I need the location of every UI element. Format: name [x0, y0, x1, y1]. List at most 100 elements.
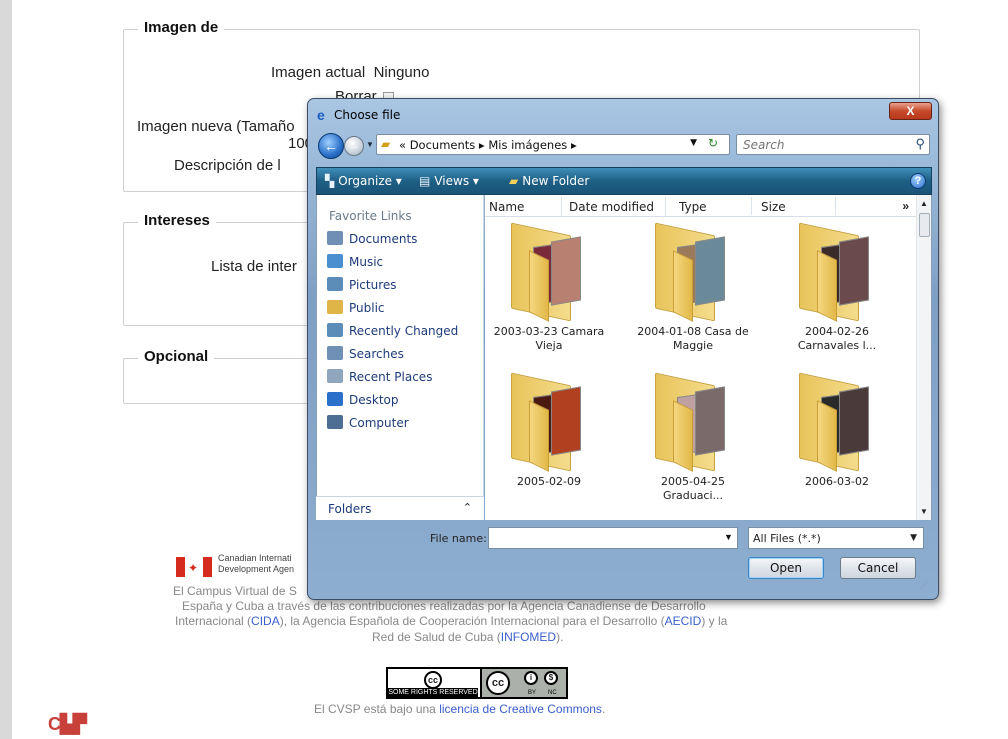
favorite-link-label: Recent Places: [349, 370, 433, 384]
favorite-link-public[interactable]: Public: [327, 300, 385, 315]
search-input[interactable]: [743, 138, 903, 152]
folder-item[interactable]: 2004-01-08 Casa de Maggie: [633, 222, 753, 375]
dialog-title-bar[interactable]: e Choose file X: [308, 99, 938, 127]
interests-list-label: Lista de inter: [211, 258, 297, 275]
folder-label: 2005-04-25 Graduaci...: [661, 475, 725, 502]
browser-e-icon: e: [317, 107, 325, 123]
help-icon[interactable]: ?: [910, 173, 926, 189]
dialog-bottom-area: File name: ▼ All Files (*.*) ▼ Open Canc…: [316, 520, 932, 594]
favorite-link-label: Pictures: [349, 278, 397, 292]
image-description-label: Descripción de l: [174, 157, 281, 174]
more-columns-icon[interactable]: »: [902, 199, 909, 213]
favorite-link-recently-changed[interactable]: Recently Changed: [327, 323, 458, 338]
column-size[interactable]: Size: [761, 200, 786, 214]
computer-icon: [327, 415, 343, 429]
favorite-link-documents[interactable]: Documents: [327, 231, 417, 246]
cvsp-logo-icon: C▙▛: [48, 714, 87, 734]
address-bar[interactable]: ▰ « Documents ▸ Mis imágenes ▸ ▼ ↻: [376, 134, 730, 155]
folders-label: Folders: [328, 502, 372, 516]
search-icon[interactable]: ⚲: [915, 136, 925, 152]
vertical-scrollbar[interactable]: ▲ ▼: [916, 195, 931, 520]
open-button[interactable]: Open: [748, 557, 824, 579]
scroll-down-icon[interactable]: ▼: [920, 507, 928, 516]
folder-label: 2004-01-08 Casa de Maggie: [637, 325, 749, 352]
scrollbar-thumb[interactable]: [919, 213, 930, 237]
favorite-link-computer[interactable]: Computer: [327, 415, 409, 430]
column-headers: Name Date modified Type Size »: [485, 195, 917, 217]
folder-label: 2006-03-02: [805, 475, 869, 488]
organize-icon: ▚: [325, 174, 335, 188]
page-left-border: [0, 0, 12, 739]
favorite-link-recent-places[interactable]: Recent Places: [327, 369, 432, 384]
music-icon: [327, 254, 343, 268]
chevron-up-icon: ⌃: [462, 502, 472, 514]
folder-label: 2004-02-26 Carnavales l...: [797, 325, 877, 352]
favorite-link-label: Recently Changed: [349, 324, 459, 338]
public-icon: [327, 300, 343, 314]
license-link[interactable]: licencia de Creative Commons: [439, 702, 602, 716]
column-type[interactable]: Type: [679, 200, 707, 214]
infomed-link[interactable]: INFOMED: [501, 630, 556, 644]
favorite-link-searches[interactable]: Searches: [327, 346, 404, 361]
folder-item[interactable]: 2006-03-02: [777, 372, 897, 525]
footer-line-2: España y Cuba a través de las contribuci…: [182, 599, 706, 613]
footer-line-3: Internacional (CIDA), la Agencia Español…: [175, 614, 728, 628]
cc-nc-label: NC: [548, 690, 557, 696]
file-name-input[interactable]: [488, 527, 738, 549]
desktop-icon: [327, 392, 343, 406]
close-button[interactable]: X: [889, 102, 932, 120]
folder-item[interactable]: 2005-04-25 Graduaci...: [633, 372, 753, 525]
new-folder-button[interactable]: ▰ New Folder: [509, 174, 589, 188]
cancel-button[interactable]: Cancel: [840, 557, 916, 579]
favorite-link-desktop[interactable]: Desktop: [327, 392, 399, 407]
cc-by-label: BY: [528, 690, 537, 696]
favorite-link-label: Public: [349, 301, 385, 315]
cc-small-icon: cc: [424, 671, 442, 689]
favorite-link-label: Computer: [349, 416, 409, 430]
recent-pages-dropdown-icon[interactable]: ▼: [366, 140, 374, 149]
folder-label: 2005-02-09: [517, 475, 581, 488]
new-folder-icon: ▰: [509, 174, 519, 188]
image-section-legend: Imagen de: [138, 19, 225, 36]
folder-label: 2003-03-23 Camara Vieja: [493, 325, 605, 352]
column-name[interactable]: Name: [489, 200, 524, 214]
creative-commons-badge[interactable]: cc SOME RIGHTS RESERVED cc i $ BY NC: [386, 667, 568, 699]
scroll-up-icon[interactable]: ▲: [920, 199, 928, 208]
organize-button[interactable]: ▚ Organize ▾: [325, 174, 402, 188]
back-button[interactable]: ←: [318, 133, 344, 159]
choose-file-dialog: e Choose file X ← → ▼ ▰ « Documents ▸ Mi…: [307, 98, 939, 600]
aecid-link[interactable]: AECID: [665, 614, 702, 628]
file-name-dropdown-icon[interactable]: ▼: [724, 532, 733, 542]
address-dropdown-icon[interactable]: ▼: [690, 138, 697, 148]
resize-grip-icon[interactable]: ⋰: [920, 581, 928, 590]
folder-item[interactable]: 2003-03-23 Camara Vieja: [489, 222, 609, 375]
file-type-dropdown-icon: ▼: [910, 533, 917, 543]
search-box[interactable]: ⚲: [736, 134, 930, 155]
file-type-select[interactable]: All Files (*.*) ▼: [748, 527, 924, 549]
cc-logo-icon: cc: [486, 671, 510, 695]
folder-item[interactable]: 2004-02-26 Carnavales l...: [777, 222, 897, 375]
current-image-value: Ninguno: [373, 64, 430, 81]
favorite-link-music[interactable]: Music: [327, 254, 383, 269]
folder-item[interactable]: 2005-02-09: [489, 372, 609, 525]
favorite-links-heading: Favorite Links: [329, 209, 412, 223]
dialog-title: Choose file: [334, 108, 401, 122]
forward-button[interactable]: →: [344, 136, 364, 156]
back-arrow-icon: ←: [324, 138, 338, 154]
photo-folder-icon: [655, 372, 731, 472]
photo-folder-icon: [511, 222, 587, 322]
column-date-modified[interactable]: Date modified: [569, 200, 654, 214]
folders-toggle[interactable]: Folders ⌃: [316, 496, 484, 520]
address-path[interactable]: « Documents ▸ Mis imágenes ▸: [399, 138, 577, 152]
cc-some-rights-text: SOME RIGHTS RESERVED: [388, 688, 478, 697]
forward-arrow-icon: →: [348, 140, 360, 152]
refresh-icon[interactable]: ↻: [703, 136, 723, 153]
new-image-label: Imagen nueva (Tamaño: [137, 118, 295, 135]
favorite-link-pictures[interactable]: Pictures: [327, 277, 397, 292]
views-button[interactable]: ▤ Views ▾: [419, 174, 479, 188]
cida-link[interactable]: CIDA: [251, 614, 280, 628]
favorite-link-label: Music: [349, 255, 384, 269]
current-image-label: Imagen actual Ninguno: [271, 64, 430, 81]
footer-line-4: Red de Salud de Cuba (INFOMED).: [372, 630, 564, 644]
footer-line-1: El Campus Virtual de S: [173, 584, 297, 598]
